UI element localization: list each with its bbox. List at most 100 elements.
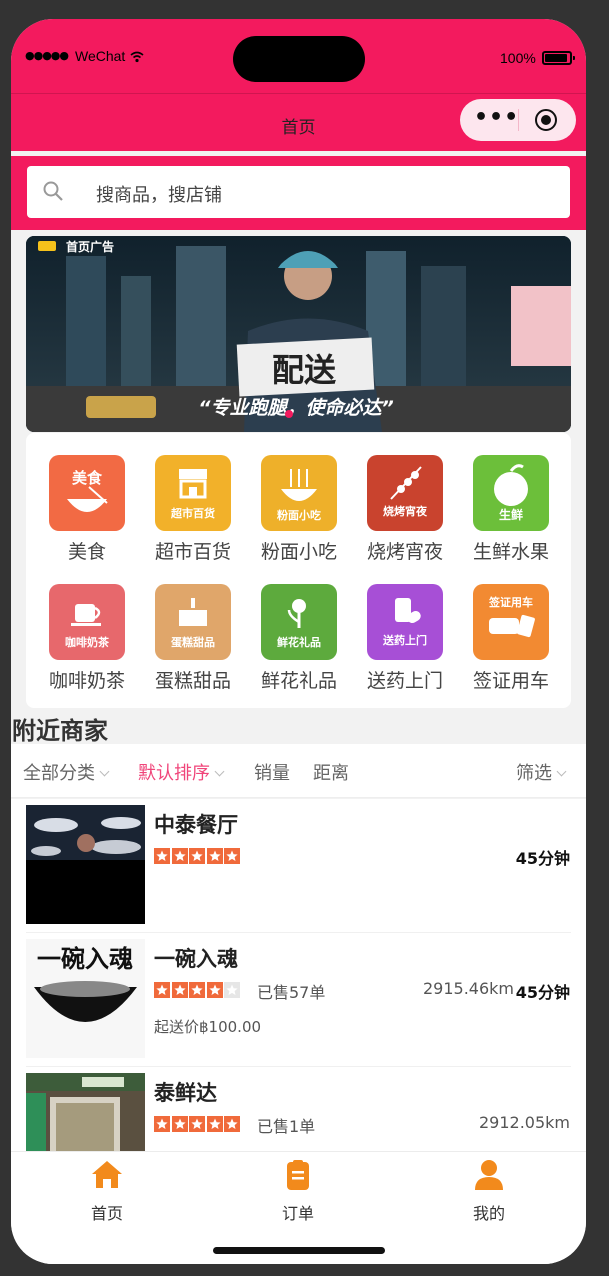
tab-label: 我的	[472, 1204, 505, 1223]
shop-item[interactable]: 一碗入魂 一碗入魂 已售57单 2915.46km 45分钟 起送价฿100.0…	[26, 933, 571, 1067]
svg-text:签证用车: 签证用车	[488, 595, 533, 609]
fruit-icon: 生鲜	[473, 455, 549, 531]
filter-distance[interactable]: 距离	[313, 759, 349, 785]
star-icon	[206, 982, 223, 998]
shop-image: 一碗入魂	[26, 939, 145, 1058]
category-flowers[interactable]: 鲜花礼品 鲜花礼品	[246, 584, 352, 693]
star-icon	[224, 1116, 240, 1132]
tab-orders[interactable]: 订单	[258, 1158, 338, 1224]
close-target-icon[interactable]	[535, 109, 557, 131]
tab-label: 首页	[90, 1204, 123, 1223]
shop-item[interactable]: 泰鲜达 已售1单 2912.05km	[26, 1067, 571, 1151]
shop-list: 中泰餐厅 45分钟 一碗入魂 一碗入魂 已售57单 2915.46km 45分钟…	[11, 799, 586, 1151]
category-label: 生鲜水果	[472, 541, 549, 563]
filter-button[interactable]: 筛选	[516, 759, 567, 785]
category-medicine[interactable]: 送药上门 送药上门	[352, 584, 458, 693]
category-bbq[interactable]: 烧烤宵夜 烧烤宵夜	[352, 455, 458, 564]
home-icon	[92, 1161, 122, 1188]
star-rating	[154, 982, 242, 998]
star-icon	[189, 848, 205, 864]
category-grid: 美食 美食 超市百货 超市百货 粉面小吃 粉面小吃 烧烤宵夜 烧烤宵夜 生鲜 生…	[26, 433, 571, 708]
sold-count: 已售1单	[257, 1117, 316, 1136]
sold-count: 已售57单	[257, 983, 326, 1002]
chevron-down-icon	[99, 766, 110, 777]
home-indicator	[213, 1247, 385, 1254]
star-icon	[171, 1116, 188, 1132]
category-visa-car[interactable]: 签证用车 签证用车	[458, 584, 564, 693]
svg-text:咖啡奶茶: 咖啡奶茶	[65, 635, 110, 649]
star-rating	[154, 848, 242, 864]
skewer-icon: 烧烤宵夜	[367, 455, 443, 531]
category-label: 蛋糕甜品	[154, 670, 231, 692]
category-fruit[interactable]: 生鲜 生鲜水果	[458, 455, 564, 564]
shop-name: 一碗入魂	[154, 947, 238, 971]
banner-image: 配送 “专业跑腿，使命必达” 首页广告	[26, 236, 571, 432]
more-icon[interactable]: •••	[474, 107, 519, 129]
category-label: 咖啡奶茶	[48, 670, 125, 692]
dynamic-island	[233, 36, 365, 82]
search-placeholder: 搜商品，搜店铺	[96, 185, 222, 206]
chevron-down-icon	[556, 766, 567, 777]
filter-default-sort[interactable]: 默认排序	[138, 759, 225, 785]
svg-text:美食: 美食	[72, 469, 103, 487]
category-noodles[interactable]: 粉面小吃 粉面小吃	[246, 455, 352, 564]
user-icon	[475, 1160, 503, 1190]
star-icon	[171, 848, 188, 864]
category-label: 送药上门	[366, 670, 443, 692]
banner-ad-tag: 首页广告	[66, 239, 114, 254]
banner-sign-text: 配送	[272, 351, 336, 389]
status-bar: ●●●●● WeChat 100%	[11, 19, 586, 93]
coffee-icon: 咖啡奶茶	[49, 584, 125, 660]
min-order-price: 起送价฿100.00	[154, 1018, 262, 1036]
shop-name: 泰鲜达	[154, 1081, 217, 1105]
search-input[interactable]: 搜商品，搜店铺	[27, 166, 570, 218]
svg-text:鲜花礼品: 鲜花礼品	[277, 635, 321, 649]
shop-distance: 2912.05km	[478, 1113, 570, 1132]
store-icon: 超市百货	[155, 455, 231, 531]
battery-percent: 100%	[500, 50, 536, 66]
svg-text:粉面小吃: 粉面小吃	[277, 508, 321, 522]
delivery-time: 45分钟	[515, 983, 570, 1002]
battery-icon	[542, 51, 575, 65]
carrier-label: WeChat	[75, 48, 126, 64]
category-food[interactable]: 美食 美食	[34, 455, 140, 564]
svg-text:送药上门: 送药上门	[382, 633, 427, 647]
navigation-bar: 首页 •••	[11, 93, 586, 151]
star-icon	[171, 982, 188, 998]
shop-item[interactable]: 中泰餐厅 45分钟	[26, 799, 571, 933]
category-label: 烧烤宵夜	[366, 541, 443, 563]
svg-text:一碗入魂: 一碗入魂	[37, 945, 133, 973]
banner-ad[interactable]: 配送 “专业跑腿，使命必达” 首页广告	[26, 236, 571, 432]
category-label: 超市百货	[154, 541, 231, 563]
miniprogram-capsule: •••	[460, 99, 576, 141]
nearby-shops-title: 附近商家	[12, 717, 108, 745]
cake-icon: 蛋糕甜品	[155, 584, 231, 660]
star-icon	[154, 1116, 170, 1132]
category-coffee[interactable]: 咖啡奶茶 咖啡奶茶	[34, 584, 140, 693]
svg-text:烧烤宵夜: 烧烤宵夜	[383, 504, 428, 518]
star-icon	[224, 848, 240, 864]
orders-icon	[287, 1160, 309, 1190]
banner-slogan: “专业跑腿，使命必达”	[198, 397, 393, 419]
star-icon	[189, 982, 205, 998]
star-icon	[206, 1116, 223, 1132]
tab-home[interactable]: 首页	[67, 1158, 147, 1224]
tab-bar: 首页 订单 我的	[11, 1151, 586, 1264]
category-label: 粉面小吃	[260, 541, 337, 563]
star-icon	[206, 848, 223, 864]
category-label: 美食	[67, 541, 106, 563]
category-label: 签证用车	[472, 670, 549, 692]
noodle-icon: 粉面小吃	[261, 455, 337, 531]
tab-mine[interactable]: 我的	[449, 1158, 529, 1224]
category-supermarket[interactable]: 超市百货 超市百货	[140, 455, 246, 564]
filter-all-categories[interactable]: 全部分类	[23, 759, 110, 785]
phone-frame: ●●●●● WeChat 100% 首页 ••• 搜商品，搜店铺 配送 “专业跑…	[11, 19, 586, 1264]
svg-text:生鲜: 生鲜	[499, 507, 523, 522]
shop-image	[26, 805, 145, 924]
shop-image	[26, 1073, 145, 1151]
category-cake[interactable]: 蛋糕甜品 蛋糕甜品	[140, 584, 246, 693]
capsule-divider	[518, 109, 519, 131]
filter-sales[interactable]: 销量	[254, 759, 290, 785]
star-icon	[154, 848, 170, 864]
star-empty-icon	[224, 982, 240, 998]
